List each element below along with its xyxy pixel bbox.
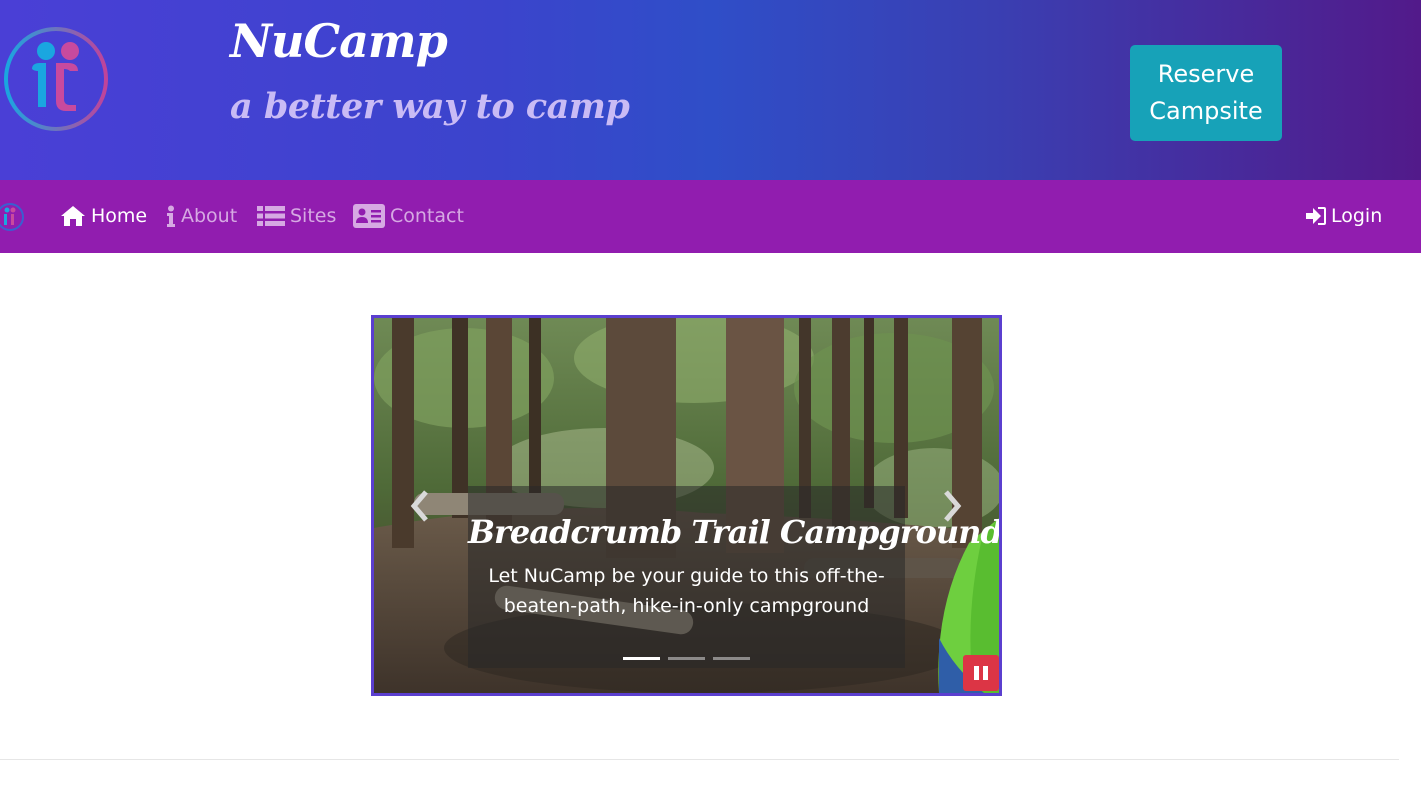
caption-text: Let NuCamp be your guide to this off-the… — [488, 565, 885, 617]
jumbotron-header: NuCamp a better way to camp Reserve Camp… — [0, 0, 1421, 180]
list-icon — [257, 206, 285, 226]
brand-title: NuCamp — [230, 14, 448, 68]
carousel-indicator[interactable] — [713, 657, 750, 660]
navbar-brand-logo-icon[interactable] — [0, 202, 28, 232]
reserve-campsite-button[interactable]: Reserve Campsite — [1130, 45, 1282, 141]
pause-icon — [974, 666, 979, 680]
brand-subtitle: a better way to camp — [230, 86, 630, 127]
nav-item-about[interactable]: About — [166, 203, 237, 229]
nav-item-label: Contact — [390, 205, 464, 227]
carousel-indicator[interactable] — [668, 657, 705, 660]
nav-item-label: About — [181, 205, 238, 227]
carousel-caption: Breadcrumb Trail Campground Let NuCamp b… — [468, 486, 1002, 668]
nucamp-logo-icon — [4, 27, 108, 131]
info-icon — [167, 205, 175, 227]
login-label: Login — [1331, 205, 1383, 227]
login-button[interactable]: Login — [1306, 203, 1382, 229]
reserve-label-line1: Reserve — [1157, 60, 1255, 88]
address-card-icon — [353, 204, 385, 228]
nav-item-label: Home — [91, 205, 148, 227]
carousel-pause-button[interactable] — [963, 655, 999, 691]
carousel-indicators — [623, 657, 750, 660]
nav-item-label: Sites — [290, 205, 337, 227]
nav-item-contact[interactable]: Contact — [353, 203, 464, 229]
caption-title: Breadcrumb Trail Campground — [468, 513, 1002, 551]
sign-in-icon — [1306, 207, 1326, 225]
content-divider — [0, 759, 1399, 760]
carousel-prev-icon[interactable] — [400, 486, 440, 526]
carousel-indicator[interactable] — [623, 657, 660, 660]
pause-icon — [983, 666, 988, 680]
reserve-label-line2: Campsite — [1149, 97, 1263, 125]
home-icon — [61, 206, 85, 226]
nav-item-sites[interactable]: Sites — [257, 203, 336, 229]
nav-item-home[interactable]: Home — [60, 203, 147, 229]
campground-carousel: Breadcrumb Trail Campground Let NuCamp b… — [371, 315, 1002, 696]
